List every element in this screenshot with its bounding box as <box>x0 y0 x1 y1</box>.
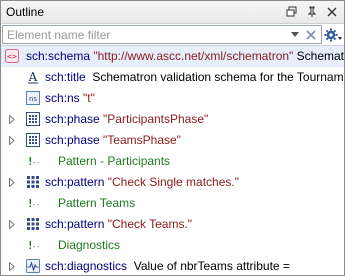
element-name: sch:title <box>45 70 86 84</box>
svg-text:--: -- <box>32 201 40 209</box>
tree-row[interactable]: ns sch:ns "t" <box>1 88 344 109</box>
pin-icon[interactable] <box>304 4 320 20</box>
comment-text: Diagnostics <box>58 238 121 252</box>
element-name: sch:pattern <box>45 175 105 189</box>
svg-text:A: A <box>28 70 38 84</box>
view-titlebar: Outline <box>1 1 344 24</box>
expand-arrow-icon[interactable] <box>7 172 17 193</box>
tree-row[interactable]: ! -- Pattern - Participants <box>1 151 344 172</box>
svg-text:ns: ns <box>29 95 37 103</box>
attribute-value: "t" <box>83 91 95 105</box>
element-name: sch:diagnostics <box>45 259 128 273</box>
pattern-icon <box>26 175 40 189</box>
element-name: sch:pattern <box>45 217 105 231</box>
clear-filter-icon[interactable] <box>303 29 319 40</box>
phase-icon <box>26 112 40 126</box>
comment-icon: ! -- <box>26 238 40 252</box>
filter-bar <box>1 24 344 46</box>
schema-icon: <> <box>5 49 19 63</box>
element-name: sch:phase <box>45 112 100 126</box>
element-name-filter-input[interactable] <box>3 27 287 42</box>
tree-row[interactable]: sch:pattern "Check Teams." <box>1 214 344 235</box>
tree-row[interactable]: ! -- Pattern Teams <box>1 193 344 214</box>
diagnostics-icon <box>26 259 40 273</box>
expand-arrow-icon[interactable] <box>7 130 17 151</box>
attribute-value: "http://www.ascc.net/xml/schematron" <box>93 49 294 63</box>
close-icon[interactable] <box>324 4 340 20</box>
svg-text:<>: <> <box>7 52 17 61</box>
outline-panel: Outline Element name filter <> sch:schem… <box>0 0 345 276</box>
expand-arrow-icon[interactable] <box>7 214 17 235</box>
tree-row[interactable]: sch:pattern "Check Single matches." <box>1 172 344 193</box>
text-content: Value of nbrTeams attribute = <box>133 259 290 273</box>
text-content: Schematron validation schema for the Tou… <box>92 70 345 84</box>
attribute-value: "TeamsPhase" <box>103 133 181 147</box>
phase-icon <box>26 133 40 147</box>
element-name: sch:schema <box>26 49 91 63</box>
tree-row[interactable]: sch:phase "ParticipantsPhase" <box>1 109 344 130</box>
attribute-value: "ParticipantsPhase" <box>103 112 209 126</box>
expand-arrow-icon[interactable] <box>7 109 17 130</box>
element-name: sch:ns <box>45 91 80 105</box>
comment-icon: ! -- <box>26 154 40 168</box>
tree-row[interactable]: sch:diagnostics Value of nbrTeams attrib… <box>1 256 344 275</box>
filter-history-dropdown-icon[interactable] <box>287 31 303 38</box>
comment-icon: ! -- <box>26 196 40 210</box>
restore-icon[interactable] <box>284 4 300 20</box>
settings-gear-icon[interactable] <box>322 24 344 45</box>
text-content: Schematron <box>296 49 344 63</box>
outline-tree: <> sch:schema "http://www.ascc.net/xml/s… <box>1 46 344 275</box>
view-title: Outline <box>6 5 45 19</box>
tree-row[interactable]: <> sch:schema "http://www.ascc.net/xml/s… <box>1 46 344 67</box>
attribute-value: "Check Teams." <box>107 217 193 231</box>
tree-row[interactable]: sch:phase "TeamsPhase" <box>1 130 344 151</box>
comment-text: Pattern Teams <box>58 196 136 210</box>
namespace-icon: ns <box>26 91 40 105</box>
title-icon: A <box>26 70 40 84</box>
expand-arrow-icon[interactable] <box>7 256 17 275</box>
svg-text:--: -- <box>32 243 40 251</box>
element-name: sch:phase <box>45 133 100 147</box>
pattern-icon <box>26 217 40 231</box>
svg-text:--: -- <box>32 159 40 167</box>
filter-field <box>2 25 322 44</box>
tree-row[interactable]: ! -- Diagnostics <box>1 235 344 256</box>
attribute-value: "Check Single matches." <box>107 175 239 189</box>
tree-row[interactable]: A sch:title Schematron validation schema… <box>1 67 344 88</box>
comment-text: Pattern - Participants <box>58 154 171 168</box>
